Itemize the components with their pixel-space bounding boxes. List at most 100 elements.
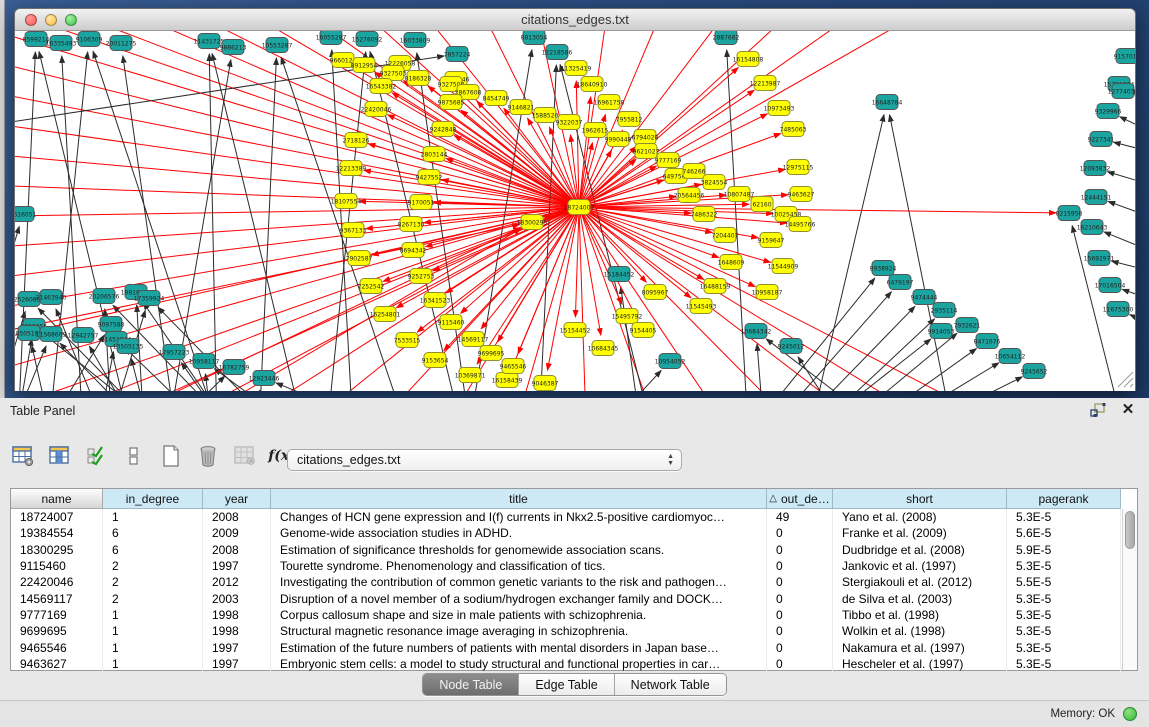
table-cell: 5.3E-5 <box>1007 639 1121 655</box>
node-label: 7932621 <box>954 322 981 329</box>
table-cell: 9115460 <box>11 558 103 574</box>
network-view-window[interactable]: citations_edges.txt 96601248912954122260… <box>14 8 1136 391</box>
node-label: 9252753 <box>408 273 435 280</box>
table-cell: Estimation of the future numbers of pati… <box>271 639 767 655</box>
canvas-resize-grip <box>1130 384 1133 387</box>
table-cell: 1 <box>103 639 203 655</box>
node-label: 10958187 <box>752 289 783 296</box>
table-cell: 0 <box>767 542 833 558</box>
column-header-short[interactable]: short <box>833 489 1007 509</box>
node-label: 2803144 <box>421 151 448 158</box>
node-label: 7204407 <box>712 232 739 239</box>
node-label: 7252542 <box>358 283 385 290</box>
table-row[interactable]: 911546021997Tourette syndrome. Phenomeno… <box>11 558 1121 574</box>
table-cell: 1998 <box>203 607 271 623</box>
table-cell: 1 <box>103 607 203 623</box>
canvas-resize-grip <box>1118 372 1133 387</box>
table-cell: 0 <box>767 558 833 574</box>
window-titlebar[interactable]: citations_edges.txt <box>15 9 1135 31</box>
dropdown-stepper-icon: ▲▼ <box>667 453 674 467</box>
node-label: 9046387 <box>532 380 559 387</box>
table-row[interactable]: 1872400712008Changes of HCN gene express… <box>11 509 1121 525</box>
table-row[interactable]: 946362711997Embryonic stem cells: a mode… <box>11 656 1121 672</box>
node-label: 14569117 <box>458 336 489 343</box>
table-row[interactable]: 946554611997Estimation of the future num… <box>11 639 1121 655</box>
table-cell: 19384554 <box>11 525 103 541</box>
table-cell: 22420046 <box>11 574 103 590</box>
sort-ascending-icon: △ <box>769 493 777 504</box>
delete-column-trash-icon[interactable] <box>195 443 221 469</box>
column-header-pagerank[interactable]: pagerank <box>1007 489 1121 509</box>
table-row[interactable]: 1456911722003Disruption of a novel membe… <box>11 590 1121 606</box>
select-all-icon[interactable] <box>84 443 110 469</box>
node-label: 7485063 <box>780 126 807 133</box>
node-label: 18107554 <box>331 198 362 205</box>
vertical-scrollbar[interactable] <box>1122 509 1137 670</box>
node-label: 12774031 <box>1108 88 1135 95</box>
column-header-year[interactable]: year <box>203 489 271 509</box>
node-label: 10553287 <box>262 42 293 49</box>
table-header-row: namein_degreeyeartitle△out_de…shortpager… <box>11 489 1121 509</box>
tab-edge-table[interactable]: Edge Table <box>519 674 614 695</box>
show-columns-icon[interactable] <box>47 443 73 469</box>
column-settings-icon[interactable] <box>10 443 36 469</box>
table-cell: 9699695 <box>11 623 103 639</box>
node-label: 21463940 <box>36 294 67 301</box>
column-header-title[interactable]: title <box>271 489 767 509</box>
network-canvas[interactable]: 9660124891295412226058932750316543382818… <box>15 31 1135 391</box>
node-label: 9621027 <box>633 148 660 155</box>
table-body: 1872400712008Changes of HCN gene express… <box>11 509 1121 672</box>
table-cell: 1998 <box>203 623 271 639</box>
memory-status-indicator-icon[interactable] <box>1123 707 1137 721</box>
column-header-name[interactable]: name <box>11 489 103 509</box>
close-panel-icon[interactable]: ✕ <box>1119 402 1137 418</box>
table-cell: 5.3E-5 <box>1007 558 1121 574</box>
table-toolbar: f(x) <box>10 438 295 474</box>
node-label: 12923446 <box>249 375 280 382</box>
node-label: 14495766 <box>785 221 816 228</box>
row-height-icon[interactable] <box>121 443 147 469</box>
node-label: 8912954 <box>351 62 378 69</box>
node-label: 8938924 <box>870 265 897 272</box>
table-row[interactable]: 969969511998Structural magnetic resonanc… <box>11 623 1121 639</box>
table-cell: de Silva et al. (2003) <box>833 590 1007 606</box>
float-panel-icon[interactable] <box>1089 402 1107 418</box>
table-cell: Hescheler et al. (1997) <box>833 656 1007 672</box>
node-label: 62160 <box>752 201 771 208</box>
node-label: 1962615 <box>582 127 609 134</box>
table-select-dropdown[interactable]: citations_edges.txt ▲▼ <box>287 449 682 471</box>
table-row[interactable]: 1830029562008Estimation of significance … <box>11 542 1121 558</box>
tab-network-table[interactable]: Network Table <box>615 674 726 695</box>
node-label: 8694342 <box>400 247 427 254</box>
node-label: 9159647 <box>758 237 785 244</box>
table-row[interactable]: 2242004622012Investigating the contribut… <box>11 574 1121 590</box>
table-cell: 1 <box>103 656 203 672</box>
node-label: 12213389 <box>336 165 367 172</box>
table-cell: Investigating the contribution of common… <box>271 574 767 590</box>
node-label: 10684345 <box>588 345 619 352</box>
node-label: 6794028 <box>632 134 659 141</box>
network-graph[interactable]: 9660124891295412226058932750316543382818… <box>15 31 1135 391</box>
table-row[interactable]: 977716911998Corpus callosum shape and si… <box>11 607 1121 623</box>
node-label: 15495792 <box>612 313 643 320</box>
table-cell: Yano et al. (2008) <box>833 509 1007 525</box>
node-label: 9777169 <box>655 157 682 164</box>
node-label: 8095967 <box>642 289 669 296</box>
table-cell: 0 <box>767 590 833 606</box>
node-label: 18724007 <box>564 204 595 211</box>
table-cell: Structural magnetic resonance image aver… <box>271 623 767 639</box>
table-cell: Disruption of a novel member of a sodium… <box>271 590 767 606</box>
table-cell: Wolkin et al. (1998) <box>833 623 1007 639</box>
node-label: 9465546 <box>500 363 527 370</box>
new-column-icon[interactable] <box>158 443 184 469</box>
column-header-out_de[interactable]: △out_de… <box>767 489 833 509</box>
scrollbar-thumb[interactable] <box>1125 511 1135 549</box>
node-label: 12213987 <box>750 80 781 87</box>
table-cell: 1 <box>103 509 203 525</box>
table-row[interactable]: 1938455462009Genome-wide association stu… <box>11 525 1121 541</box>
column-header-in_degree[interactable]: in_degree <box>103 489 203 509</box>
node-label: 10807487 <box>724 191 755 198</box>
node-label: 9322037 <box>556 119 583 126</box>
table-cell: 5.6E-5 <box>1007 525 1121 541</box>
tab-node-table[interactable]: Node Table <box>423 674 519 695</box>
